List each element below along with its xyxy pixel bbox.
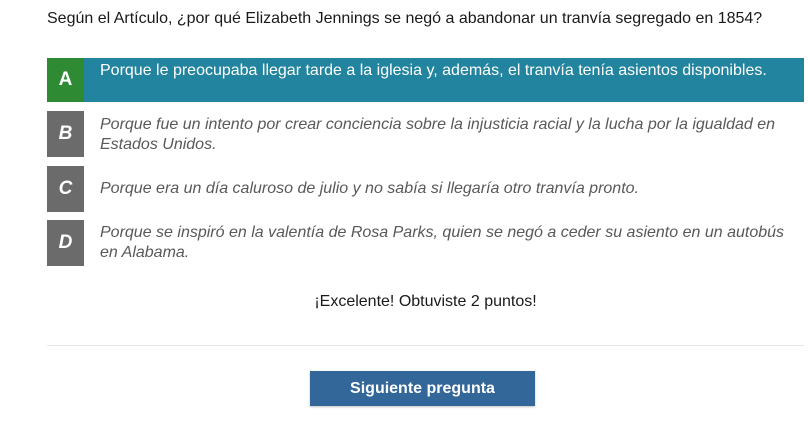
option-text-c: Porque era un día caluroso de julio y no… (100, 180, 639, 197)
option-letter-b: B (47, 111, 84, 157)
option-b[interactable]: B Porque fue un intento por crear concie… (47, 111, 804, 157)
question-text: Según el Artículo, ¿por qué Elizabeth Je… (47, 10, 763, 27)
feedback-message: ¡Excelente! Obtuviste 2 puntos! (314, 293, 537, 310)
option-letter-a: A (47, 58, 84, 102)
option-a[interactable]: A Porque le preocupaba llegar tarde a la… (47, 58, 804, 102)
option-d[interactable]: D Porque se inspiró en la valentía de Ro… (47, 220, 804, 266)
option-c[interactable]: C Porque era un día caluroso de julio y … (47, 166, 804, 212)
option-letter-c: C (47, 166, 84, 212)
quiz-page: Según el Artículo, ¿por qué Elizabeth Je… (0, 0, 808, 446)
option-text-a: Porque le preocupaba llegar tarde a la i… (100, 62, 767, 79)
option-letter-d: D (47, 220, 84, 266)
option-text-b: Porque fue un intento por crear concienc… (100, 116, 776, 153)
next-question-button[interactable]: Siguiente pregunta (310, 371, 535, 406)
divider (47, 345, 804, 346)
option-text-d: Porque se inspiró en la valentía de Rosa… (100, 224, 785, 261)
